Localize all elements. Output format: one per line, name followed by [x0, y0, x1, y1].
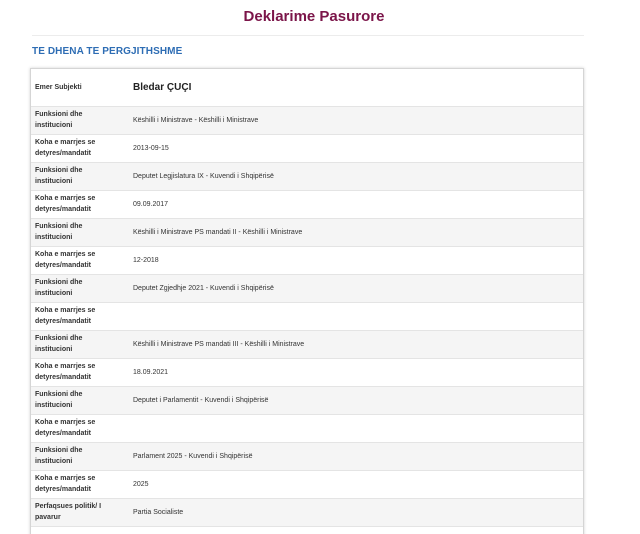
row-value: 2013-09-15 — [127, 134, 583, 163]
table-row: Koha e marrjes se detyres/mandatit 18.09.… — [31, 358, 583, 387]
row-value: 09.09.2017 — [127, 190, 583, 219]
table-row: pc 01050/2013 pc 01050/2014 pc 01050/201… — [31, 526, 583, 534]
table-row: Funksioni dhe institucioni Parlament 2025… — [31, 442, 583, 471]
table-row: Funksioni dhe institucioni Deputet Legjis… — [31, 162, 583, 191]
row-value: 2025 — [127, 470, 583, 499]
row-value: Këshilli i Ministrave PS mandati III - K… — [127, 330, 583, 359]
subject-name: Bledar ÇUÇI — [127, 69, 583, 107]
row-value: 18.09.2021 — [127, 358, 583, 387]
row-label: Koha e marrjes se detyres/mandatit — [31, 302, 127, 331]
section-title: TE DHENA TE PERGJITHSHME — [32, 46, 183, 57]
table-row: Koha e marrjes se detyres/mandatit 09.09.… — [31, 190, 583, 219]
row-label: Funksioni dhe institucioni — [31, 330, 127, 359]
row-value: Partia Socialiste — [127, 498, 583, 527]
table-row: Funksioni dhe institucioni Deputet Zgjedh… — [31, 274, 583, 303]
table-row: Koha e marrjes se detyres/mandatit 12-201… — [31, 246, 583, 275]
table-row: Funksioni dhe institucioni Këshilli i Min… — [31, 330, 583, 359]
table-row: Koha e marrjes se detyres/mandatit 2013-0… — [31, 134, 583, 163]
table-row: Funksioni dhe institucioni Këshilli i Min… — [31, 106, 583, 135]
row-label: Perfaqsues politik/ I pavarur — [31, 498, 127, 527]
row-label: Koha e marrjes se detyres/mandatit — [31, 414, 127, 443]
row-label — [31, 526, 127, 534]
title-divider — [32, 35, 584, 36]
row-label: Koha e marrjes se detyres/mandatit — [31, 190, 127, 219]
table-row: Koha e marrjes se detyres/mandatit 2025 — [31, 470, 583, 499]
declaration-list: pc 01050/2013 pc 01050/2014 pc 01050/201… — [127, 526, 583, 534]
row-label: Funksioni dhe institucioni — [31, 162, 127, 191]
row-label: Funksioni dhe institucioni — [31, 442, 127, 471]
table-row: Funksioni dhe institucioni Deputet i Parl… — [31, 386, 583, 415]
row-label: Koha e marrjes se detyres/mandatit — [31, 470, 127, 499]
row-value: 12-2018 — [127, 246, 583, 275]
row-label: Koha e marrjes se detyres/mandatit — [31, 246, 127, 275]
row-label: Funksioni dhe institucioni — [31, 386, 127, 415]
row-value: Deputet Legjislatura IX - Kuvendi i Shqi… — [127, 162, 583, 191]
row-value: Këshilli i Ministrave - Këshilli i Minis… — [127, 106, 583, 135]
page-title: Deklarime Pasurore — [243, 8, 385, 25]
page: Deklarime Pasurore TE DHENA TE PERGJITHS… — [0, 0, 640, 534]
row-value: Këshilli i Ministrave PS mandati II - Kë… — [127, 218, 583, 247]
row-value: Parlament 2025 - Kuvendi i Shqipërisë — [127, 442, 583, 471]
general-data-card: Emer Subjekti Bledar ÇUÇI Funksioni dhe in… — [30, 68, 584, 534]
row-label: Koha e marrjes se detyres/mandatit — [31, 134, 127, 163]
row-value — [127, 302, 583, 331]
table-row: Funksioni dhe institucioni Këshilli i Min… — [31, 218, 583, 247]
row-label: Funksioni dhe institucioni — [31, 218, 127, 247]
general-data-rows: Emer Subjekti Bledar ÇUÇI Funksioni dhe in… — [31, 69, 583, 534]
row-label: Funksioni dhe institucioni — [31, 106, 127, 135]
general-data-table: Emer Subjekti Bledar ÇUÇI Funksioni dhe in… — [31, 69, 583, 534]
row-value: Deputet Zgjedhje 2021 - Kuvendi i Shqipë… — [127, 274, 583, 303]
row-label: Koha e marrjes se detyres/mandatit — [31, 358, 127, 387]
table-row: Koha e marrjes se detyres/mandatit — [31, 414, 583, 443]
row-value: Deputet i Parlamentit - Kuvendi i Shqipë… — [127, 386, 583, 415]
row-label: Funksioni dhe institucioni — [31, 274, 127, 303]
row-label: Emer Subjekti — [31, 69, 127, 107]
table-row: Perfaqsues politik/ I pavarur Partia Soci… — [31, 498, 583, 527]
table-row: Koha e marrjes se detyres/mandatit — [31, 302, 583, 331]
table-row: Emer Subjekti Bledar ÇUÇI — [31, 69, 583, 107]
row-value — [127, 414, 583, 443]
